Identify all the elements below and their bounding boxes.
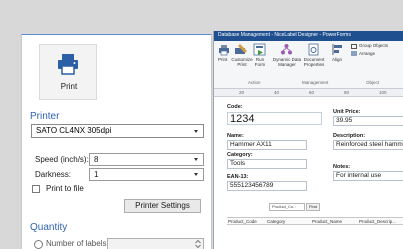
- print-icon[interactable]: [218, 44, 230, 56]
- column-header-category[interactable]: Category: [267, 219, 285, 224]
- notes-label: Notes:: [333, 164, 351, 170]
- number-of-labels-input[interactable]: [107, 238, 204, 249]
- ruler-number: 100: [379, 90, 387, 95]
- unit-price-field[interactable]: 39.95: [333, 116, 403, 126]
- print-button-label: Print: [60, 82, 78, 91]
- ribbon-customize-print-label[interactable]: Customize Print: [231, 57, 253, 67]
- arrange-icon[interactable]: [351, 51, 357, 56]
- description-field[interactable]: Reinforced steel hammer: [333, 140, 403, 150]
- ean-field[interactable]: 555123456789: [227, 181, 307, 191]
- number-of-labels-radio[interactable]: [34, 240, 43, 249]
- name-field[interactable]: Hammer AX11: [227, 140, 307, 150]
- darkness-dropdown[interactable]: 1: [89, 168, 204, 181]
- ribbon-group-action: Action: [248, 80, 261, 85]
- notes-field[interactable]: For internal use: [333, 171, 403, 181]
- window-title: Database Management - NiceLabel Designer…: [218, 32, 351, 38]
- ribbon-align-label[interactable]: Align: [332, 57, 342, 62]
- printer-section-title: Printer: [30, 111, 60, 122]
- group-objects-label[interactable]: Group Objects: [359, 43, 388, 48]
- ribbon: Print Customize Print Run Form Dynamic D…: [214, 41, 403, 89]
- filter-field-dropdown[interactable]: Product_Co...: [269, 203, 305, 211]
- ribbon-dynamic-data-label[interactable]: Dynamic Data Manager: [272, 57, 302, 67]
- column-header-product-code[interactable]: Product_Code: [228, 219, 257, 224]
- ruler-number: 20: [239, 90, 245, 95]
- print-panel: Print Printer SATO CL4NX 305dpi Speed (i…: [21, 34, 212, 249]
- chevron-down-icon: [194, 173, 198, 176]
- ean-label: EAN-13:: [227, 174, 249, 180]
- form-canvas: Code: 1234 Name: Hammer AX11 Category: T…: [214, 97, 403, 249]
- document-properties-icon[interactable]: [307, 43, 320, 56]
- category-field[interactable]: Tools: [227, 159, 307, 169]
- printer-dropdown[interactable]: SATO CL4NX 305dpi: [31, 124, 204, 138]
- ribbon-document-properties-label[interactable]: Document Properties: [302, 57, 326, 67]
- run-form-icon[interactable]: [253, 43, 266, 56]
- printer-settings-button[interactable]: Printer Settings: [124, 199, 201, 213]
- printer-dropdown-value: SATO CL4NX 305dpi: [36, 126, 112, 135]
- code-field[interactable]: 1234: [227, 112, 322, 125]
- darkness-label: Darkness:: [35, 170, 72, 179]
- name-label: Name:: [227, 133, 244, 139]
- speed-label: Speed (inch/s):: [35, 155, 89, 164]
- align-icon[interactable]: [332, 43, 344, 56]
- ruler-number: 40: [274, 90, 280, 95]
- print-to-file-label: Print to file: [46, 184, 84, 193]
- designer-window: Database Management - NiceLabel Designer…: [213, 31, 403, 249]
- unit-price-label: Unit Price:: [333, 109, 361, 115]
- speed-dropdown[interactable]: 8: [89, 153, 204, 166]
- window-titlebar: Database Management - NiceLabel Designer…: [214, 31, 403, 41]
- code-label: Code:: [227, 104, 243, 110]
- data-grid-header: Product_Code Category Product_Name Produ…: [227, 217, 403, 225]
- ribbon-print-label[interactable]: Print: [218, 57, 227, 62]
- darkness-dropdown-value: 1: [94, 170, 99, 179]
- group-objects-icon[interactable]: [351, 44, 357, 49]
- spinner-arrows-icon[interactable]: [195, 240, 201, 248]
- find-button[interactable]: Find: [306, 203, 320, 211]
- ruler-number: 60: [309, 90, 315, 95]
- printer-icon: [58, 54, 78, 75]
- speed-dropdown-value: 8: [94, 155, 99, 164]
- category-label: Category:: [227, 152, 253, 158]
- ruler-number: 80: [344, 90, 350, 95]
- customize-print-icon[interactable]: [234, 43, 248, 57]
- ribbon-group-object: Object: [366, 80, 380, 85]
- arrange-label[interactable]: Arrange: [359, 51, 375, 56]
- chevron-down-icon: [194, 130, 198, 133]
- description-label: Description:: [333, 133, 366, 139]
- ribbon-run-form-label[interactable]: Run Form: [252, 57, 268, 67]
- quantity-section-title: Quantity: [30, 222, 68, 233]
- column-header-product-name[interactable]: Product_Name: [312, 219, 342, 224]
- number-of-labels-label: Number of labels: [46, 239, 107, 248]
- print-to-file-checkbox[interactable]: [32, 185, 40, 193]
- ribbon-group-management: Management: [302, 80, 329, 85]
- print-button[interactable]: Print: [39, 44, 97, 100]
- chevron-down-icon: [194, 158, 198, 161]
- column-header-product-description[interactable]: Product_Descrip...: [359, 219, 396, 224]
- ruler: 20 40 60 80 100: [214, 89, 403, 97]
- dynamic-data-manager-icon[interactable]: [280, 43, 293, 56]
